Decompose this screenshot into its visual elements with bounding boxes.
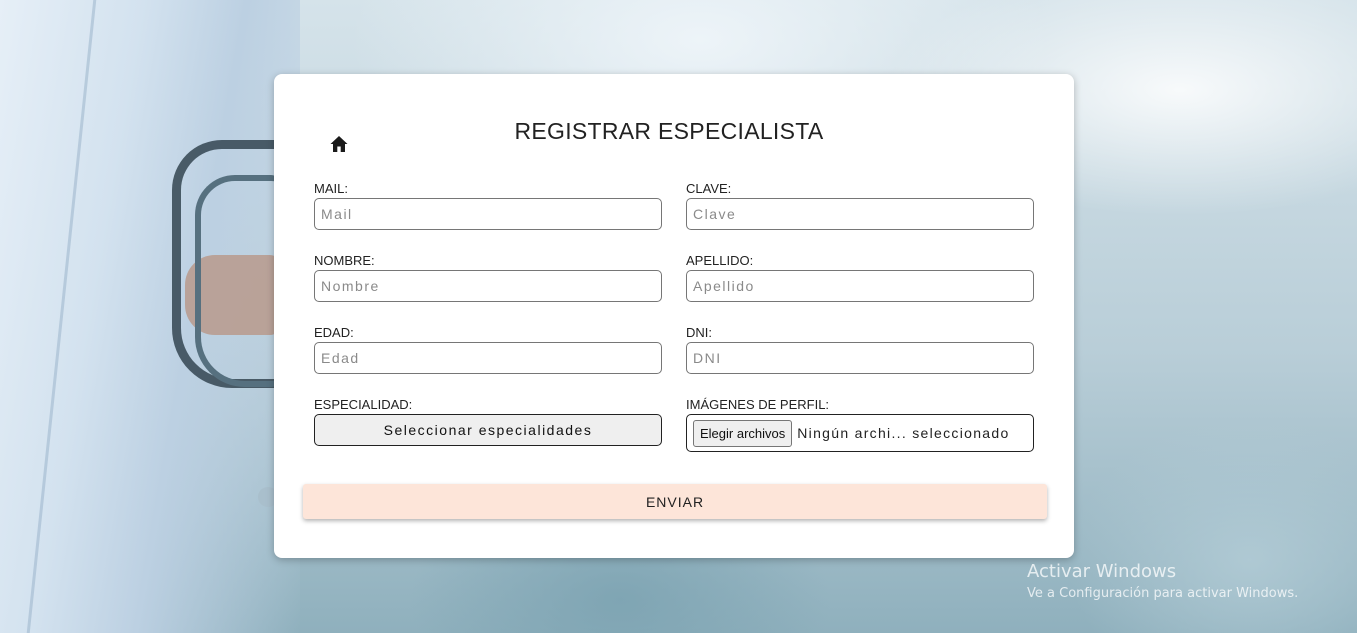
page-title: REGISTRAR ESPECIALISTA [514,118,824,144]
especialidad-field-group: ESPECIALIDAD: Seleccionar especialidades [314,396,662,446]
choose-files-button[interactable]: Elegir archivos [693,419,793,447]
dni-label: DNI: [686,325,712,340]
clave-field-group: CLAVE: [686,180,1034,230]
apellido-field-group: APELLIDO: [686,252,1034,302]
select-specialties-button[interactable]: Seleccionar especialidades [314,414,662,446]
file-status-text: Ningún archi... seleccionado [797,425,1010,441]
watermark-subtitle: Ve a Configuración para activar Windows. [1027,586,1299,601]
apellido-label: APELLIDO: [686,253,754,268]
imagenes-field-group: IMÁGENES DE PERFIL: Elegir archivos Ning… [686,396,1034,452]
stethoscope-tube-image [195,175,281,387]
mail-field-group: MAIL: [314,180,662,230]
edad-input[interactable] [314,342,662,374]
register-form-card: REGISTRAR ESPECIALISTA MAIL: CLAVE: NOMB… [274,74,1074,558]
imagenes-label: IMÁGENES DE PERFIL: [686,397,830,412]
mail-label: MAIL: [314,181,348,196]
dni-field-group: DNI: [686,324,1034,374]
especialidad-label: ESPECIALIDAD: [314,397,413,412]
submit-button[interactable]: ENVIAR [303,484,1047,519]
edad-field-group: EDAD: [314,324,662,374]
mail-input[interactable] [314,198,662,230]
apellido-input[interactable] [686,270,1034,302]
clave-input[interactable] [686,198,1034,230]
nombre-input[interactable] [314,270,662,302]
file-input[interactable]: Elegir archivos Ningún archi... seleccio… [686,414,1034,452]
watermark-title: Activar Windows [1027,561,1177,582]
nombre-label: NOMBRE: [314,253,375,268]
windows-activation-watermark: Activar Windows Ve a Configuración para … [1027,561,1298,605]
edad-label: EDAD: [314,325,354,340]
dni-input[interactable] [686,342,1034,374]
clave-label: CLAVE: [686,181,732,196]
nombre-field-group: NOMBRE: [314,252,662,302]
